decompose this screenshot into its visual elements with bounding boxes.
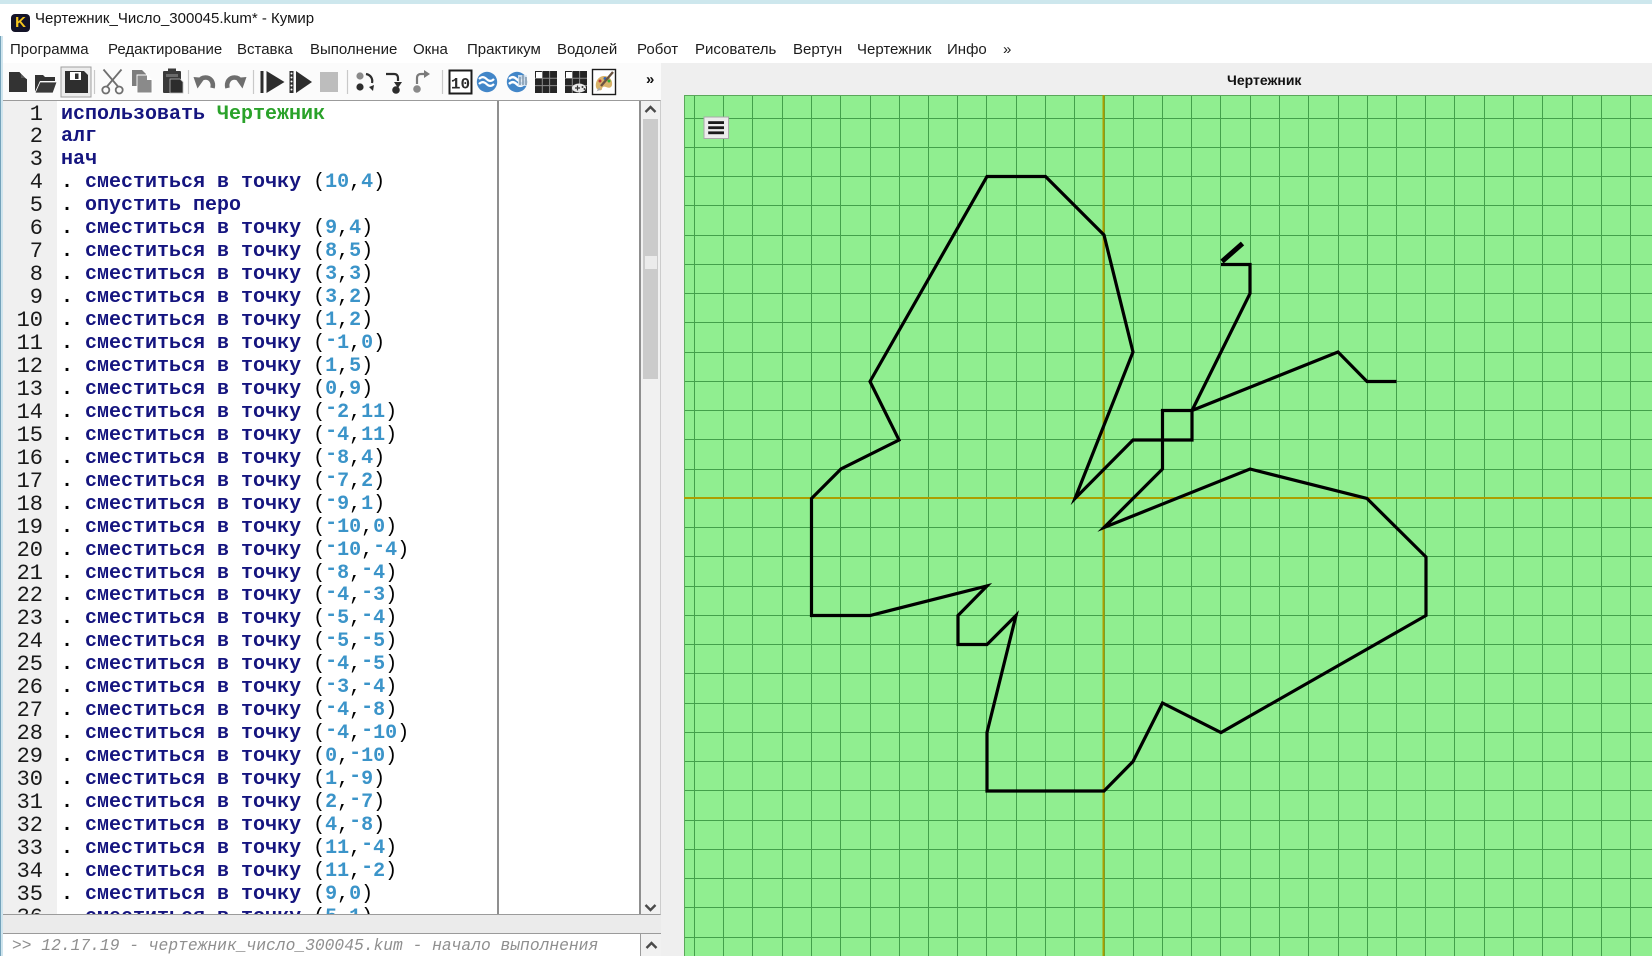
svg-text:10: 10 [451, 76, 470, 94]
